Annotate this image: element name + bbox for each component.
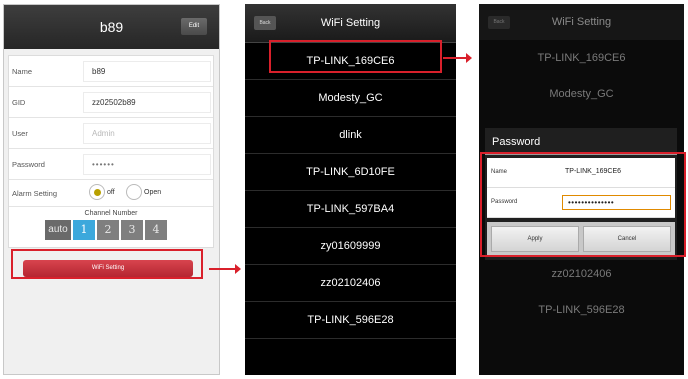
password-label: Password <box>12 160 45 169</box>
wifi-list-item[interactable]: zz02102406 <box>479 256 684 292</box>
channel-selector: auto 1 2 3 4 <box>45 220 167 240</box>
name-label: Name <box>12 67 33 76</box>
wifi-list-item[interactable]: dlink <box>245 117 456 154</box>
alarm-open-radio[interactable]: Open <box>126 184 161 200</box>
wifi-list-item[interactable]: TP-LINK_596E28 <box>245 302 456 339</box>
name-field[interactable]: b89 <box>83 61 211 82</box>
wifi-button-highlight <box>11 249 203 279</box>
radio-unselected-icon <box>126 184 142 200</box>
wifi-list-item[interactable]: TP-LINK_597BA4 <box>245 191 456 228</box>
password-row: Password •••••• <box>9 149 213 180</box>
arrow-right-icon <box>209 264 241 274</box>
user-label: User <box>12 129 28 138</box>
alarm-label: Alarm Setting <box>12 189 58 198</box>
wifi-list-item[interactable]: zz02102406 <box>245 265 456 302</box>
password-field[interactable]: •••••• <box>83 154 211 175</box>
alarm-open-label: Open <box>144 188 162 196</box>
alarm-off-label: off <box>107 188 115 196</box>
channel-option-2[interactable]: 2 <box>97 220 119 240</box>
wifi-list-item[interactable]: TP-LINK_596E28 <box>479 292 684 328</box>
wifi-title-bar-dimmed: Back WiFi Setting <box>479 4 684 40</box>
arrow-right-icon <box>443 53 472 63</box>
gid-field[interactable]: zz02502b89 <box>83 92 211 113</box>
gid-row: GID zz02502b89 <box>9 87 213 118</box>
channel-option-auto[interactable]: auto <box>45 220 71 240</box>
wifi-list-item[interactable]: TP-LINK_6D10FE <box>245 154 456 191</box>
wifi-list-item[interactable]: Modesty_GC <box>479 76 684 112</box>
channel-section: Channel Number auto 1 2 3 4 <box>9 207 213 247</box>
tutorial-stage: b89 Edit Name b89 GID zz02502b89 User Ad… <box>0 0 688 379</box>
device-title-bar: b89 Edit <box>4 5 219 49</box>
wifi-title-bar: Back WiFi Setting <box>245 4 456 43</box>
wifi-title: WiFi Setting <box>320 17 381 29</box>
edit-button[interactable]: Edit <box>181 18 207 35</box>
dialog-title: Password <box>485 128 677 155</box>
network-highlight <box>269 40 442 73</box>
channel-option-1[interactable]: 1 <box>73 220 95 240</box>
radio-selected-icon <box>89 184 105 200</box>
user-row: User Admin <box>9 118 213 149</box>
gid-label: GID <box>12 98 26 107</box>
channel-option-4[interactable]: 4 <box>145 220 167 240</box>
wifi-list-item[interactable]: TP-LINK_169CE6 <box>479 40 684 76</box>
user-field[interactable]: Admin <box>83 123 211 144</box>
alarm-row: Alarm Setting off Open <box>9 180 213 207</box>
channel-option-3[interactable]: 3 <box>121 220 143 240</box>
device-settings-screen: b89 Edit Name b89 GID zz02502b89 User Ad… <box>3 4 220 375</box>
alarm-off-radio[interactable]: off <box>89 184 115 200</box>
wifi-list-item[interactable]: Modesty_GC <box>245 80 456 117</box>
wifi-title: WiFi Setting <box>551 16 612 28</box>
dialog-highlight <box>480 152 686 257</box>
wifi-list-item[interactable]: zy01609999 <box>245 228 456 265</box>
device-form: Name b89 GID zz02502b89 User Admin Passw… <box>8 55 214 248</box>
name-row: Name b89 <box>9 56 213 87</box>
channel-title: Channel Number <box>84 210 138 217</box>
